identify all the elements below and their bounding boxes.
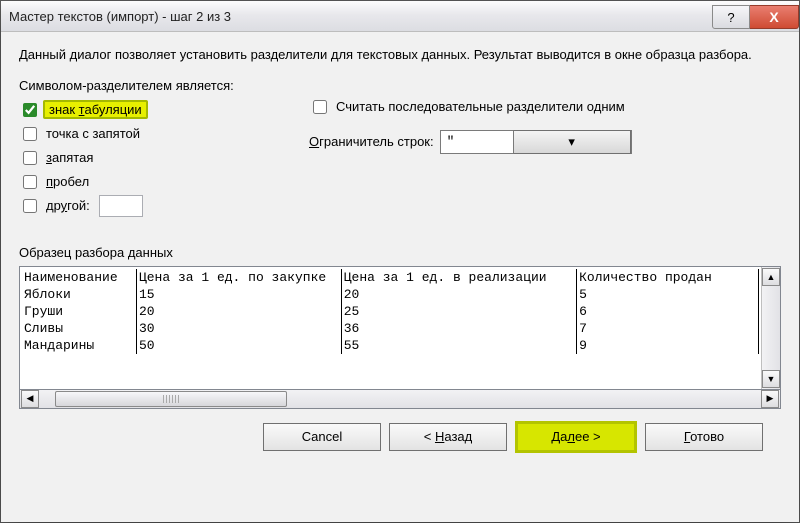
table-header-cell: Количество продан (577, 269, 759, 286)
delimiter-other-label: другой: (43, 197, 93, 214)
table-header-cell: Наименование (22, 269, 137, 286)
scroll-left-button[interactable]: ◀ (21, 390, 39, 408)
scroll-down-button[interactable]: ▼ (762, 370, 780, 388)
delimiter-tab-checkbox[interactable] (23, 103, 37, 117)
scroll-right-button[interactable]: ▶ (761, 390, 779, 408)
table-row: Груши20256 (22, 303, 759, 320)
back-button[interactable]: < Назад (389, 423, 507, 451)
finish-button[interactable]: Готово (645, 423, 763, 451)
delimiter-comma-checkbox[interactable] (23, 151, 37, 165)
table-row: Сливы30367 (22, 320, 759, 337)
vertical-scrollbar[interactable]: ▲ ▼ (761, 267, 780, 389)
table-cell: 5 (577, 286, 759, 303)
delimiter-space-label: пробел (43, 173, 92, 190)
finish-button-label: Готово (684, 429, 724, 444)
dialog-footer: Cancel < Назад Далее > Готово (19, 409, 781, 465)
chevron-down-icon[interactable]: ▾ (513, 130, 631, 154)
cancel-button-label: Cancel (302, 429, 342, 444)
delimiter-space-checkbox[interactable] (23, 175, 37, 189)
table-cell: 55 (342, 337, 577, 354)
table-cell: Сливы (22, 320, 137, 337)
table-row: Мандарины50559 (22, 337, 759, 354)
table-cell: Мандарины (22, 337, 137, 354)
next-button[interactable]: Далее > (515, 421, 637, 453)
table-cell: 20 (137, 303, 342, 320)
delimiter-other-input[interactable] (99, 195, 143, 217)
next-button-label: Далее > (551, 429, 600, 444)
delimiter-space[interactable]: пробел (19, 171, 269, 193)
table-header-cell: Цена за 1 ед. в реализации (342, 269, 577, 286)
table-cell: 9 (577, 337, 759, 354)
delimiter-semicolon[interactable]: точка с запятой (19, 123, 269, 145)
delimiter-comma-label: запятая (43, 149, 96, 166)
help-button[interactable]: ? (712, 5, 750, 29)
table-row: Яблоки15205 (22, 286, 759, 303)
text-qualifier-row: Ограничитель строк: " ▾ (309, 130, 781, 154)
table-cell: Яблоки (22, 286, 137, 303)
horizontal-scrollbar[interactable]: ◀ ▶ (19, 390, 781, 409)
treat-consecutive-label: Считать последовательные разделители одн… (333, 98, 628, 115)
table-cell: 20 (342, 286, 577, 303)
table-header-row: НаименованиеЦена за 1 ед. по закупкеЦена… (22, 269, 759, 286)
preview-pane: НаименованиеЦена за 1 ед. по закупкеЦена… (19, 266, 781, 390)
text-qualifier-select[interactable]: " ▾ (440, 130, 632, 154)
delimiter-semicolon-label: точка с запятой (43, 125, 143, 142)
table-cell: 36 (342, 320, 577, 337)
intro-text: Данный диалог позволяет установить разде… (19, 46, 781, 64)
table-cell: 50 (137, 337, 342, 354)
titlebar: Мастер текстов (импорт) - шаг 2 из 3 ? X (1, 1, 799, 32)
close-button[interactable]: X (750, 5, 799, 29)
treat-consecutive-checkbox[interactable] (313, 100, 327, 114)
dialog-window: Мастер текстов (импорт) - шаг 2 из 3 ? X… (0, 0, 800, 523)
cancel-button[interactable]: Cancel (263, 423, 381, 451)
treat-consecutive[interactable]: Считать последовательные разделители одн… (309, 96, 781, 118)
scroll-up-button[interactable]: ▲ (762, 268, 780, 286)
close-icon: X (769, 9, 778, 25)
window-title: Мастер текстов (импорт) - шаг 2 из 3 (9, 9, 712, 24)
table-cell: Груши (22, 303, 137, 320)
delimiter-comma[interactable]: запятая (19, 147, 269, 169)
preview-label: Образец разбора данных (19, 245, 781, 260)
delimiter-tab[interactable]: знак табуляции (19, 99, 269, 121)
help-icon: ? (727, 10, 734, 25)
table-cell: 25 (342, 303, 577, 320)
table-cell: 7 (577, 320, 759, 337)
delimiter-other[interactable]: другой: (19, 195, 269, 217)
delimiter-tab-label: знак табуляции (43, 100, 148, 119)
delimiter-group-label: Символом-разделителем является: (19, 78, 269, 93)
table-header-cell: Цена за 1 ед. по закупке (137, 269, 342, 286)
delimiter-semicolon-checkbox[interactable] (23, 127, 37, 141)
back-button-label: < Назад (424, 429, 472, 444)
text-qualifier-value: " (441, 134, 513, 149)
scroll-thumb[interactable] (55, 391, 287, 407)
delimiter-group: Символом-разделителем является: знак таб… (19, 78, 269, 219)
table-cell: 15 (137, 286, 342, 303)
table-cell: 6 (577, 303, 759, 320)
preview-grid: НаименованиеЦена за 1 ед. по закупкеЦена… (20, 267, 761, 389)
delimiter-other-checkbox[interactable] (23, 199, 37, 213)
text-qualifier-label: Ограничитель строк: (309, 134, 434, 149)
table-cell: 30 (137, 320, 342, 337)
